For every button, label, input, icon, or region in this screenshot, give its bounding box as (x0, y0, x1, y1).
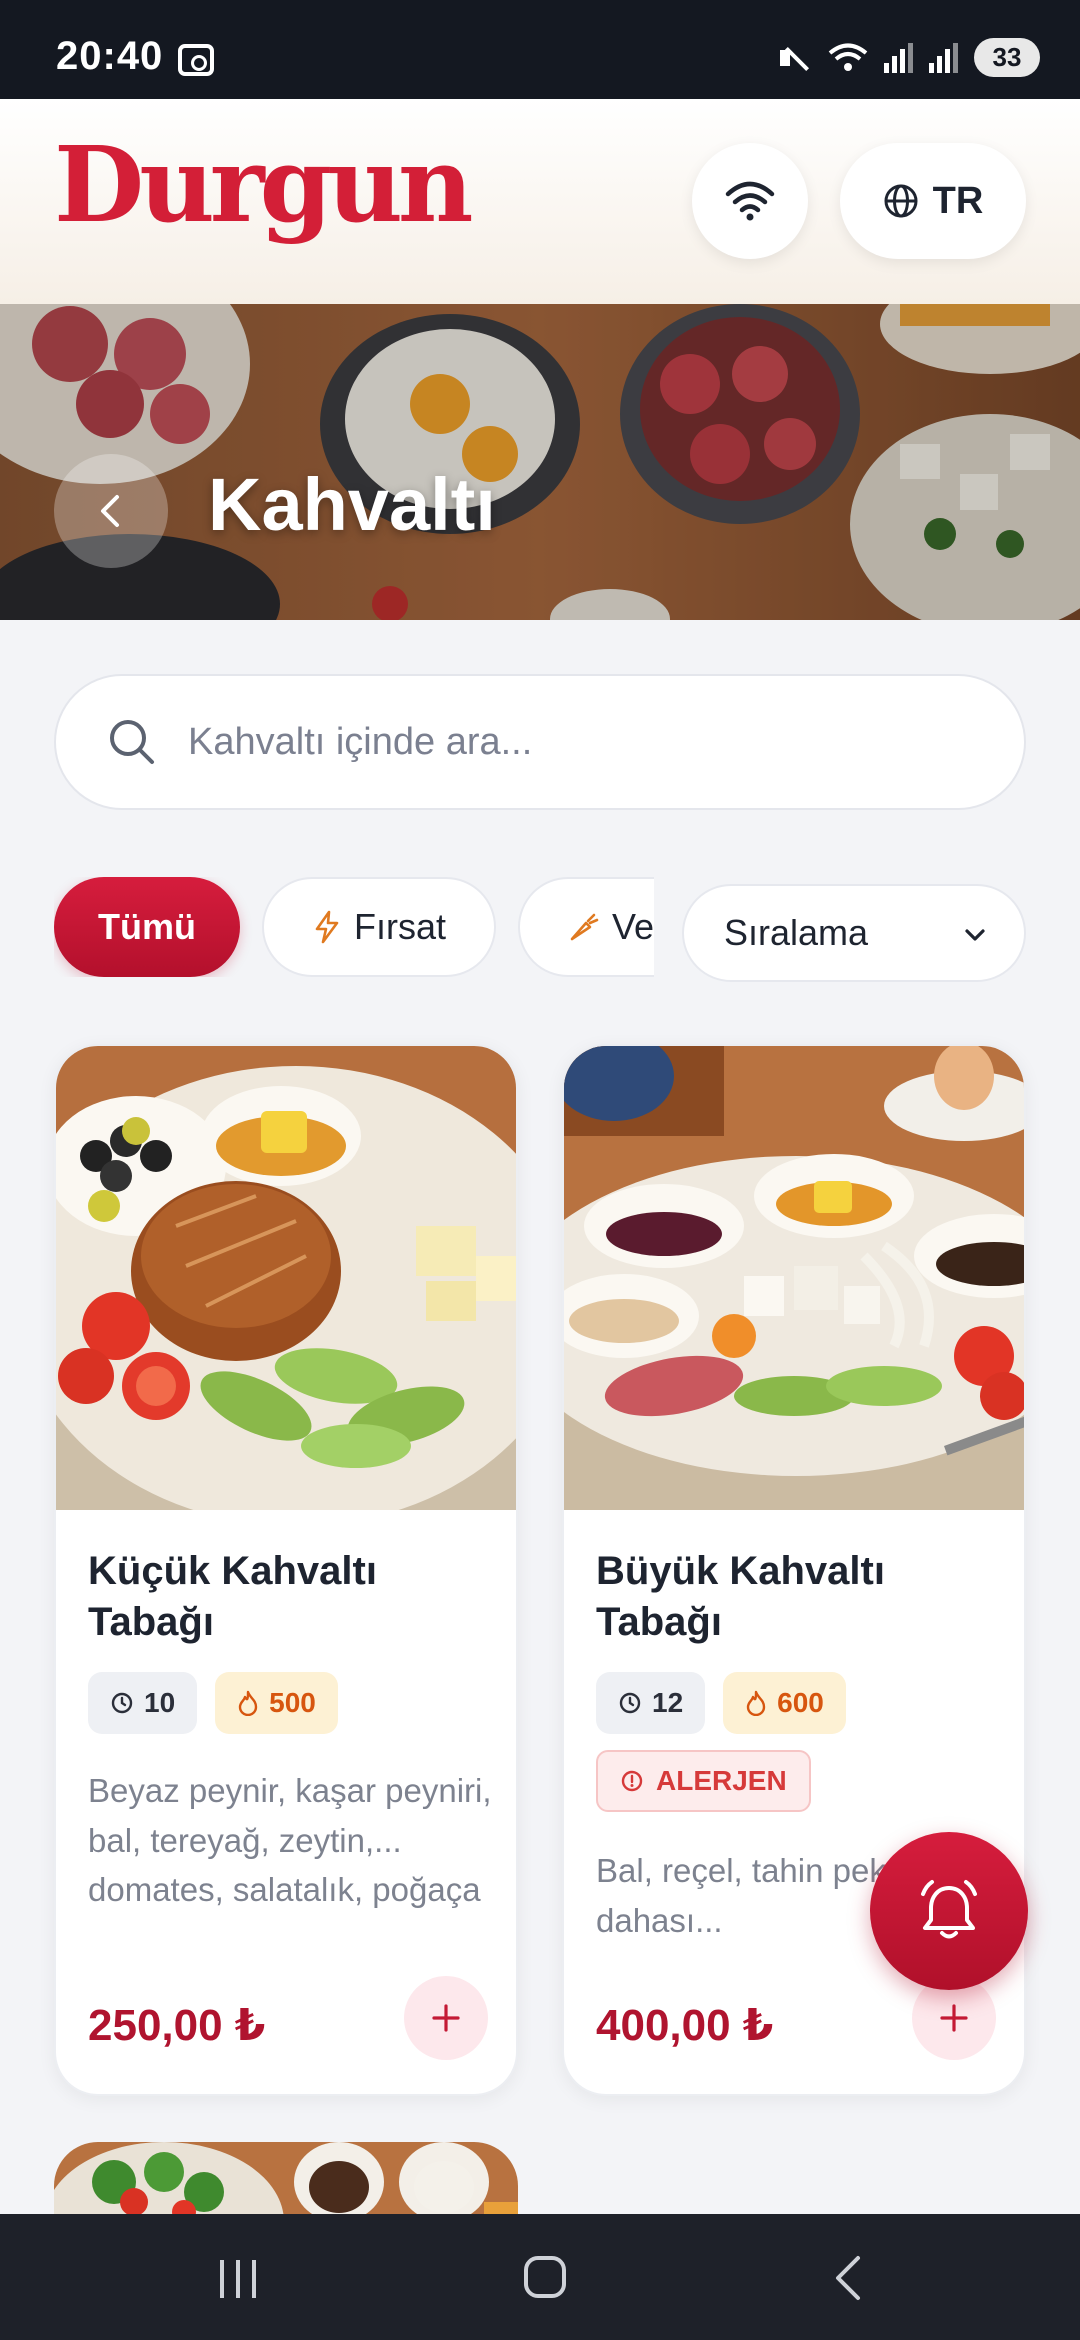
chip-vegan-label: Vegan (612, 906, 654, 947)
prep-time-value: 12 (652, 1687, 684, 1718)
search-icon (110, 720, 154, 764)
globe-icon (884, 184, 918, 218)
system-nav-bar (0, 2214, 1080, 2340)
plus-icon (432, 2004, 460, 2032)
allergen-badge[interactable]: ALERJEN (596, 1750, 811, 1812)
hero-food-image (0, 304, 1080, 620)
home-button[interactable] (524, 2256, 566, 2298)
allergen-label: ALERJEN (656, 1765, 787, 1796)
product-price: 250,00 ₺ (88, 2001, 266, 2050)
back-button[interactable] (54, 454, 168, 568)
filter-chips: Tümü Fırsat Vegan (54, 877, 654, 977)
calorie-value: 600 (777, 1687, 824, 1718)
flame-icon (238, 1690, 258, 1716)
chip-deal[interactable]: Fırsat (262, 877, 496, 977)
product-image (564, 1046, 1024, 1510)
system-back-button[interactable] (830, 2254, 866, 2302)
signal-icon (884, 42, 913, 73)
sort-dropdown[interactable]: Sıralama (682, 884, 1026, 982)
category-hero: Kahvaltı (0, 304, 1080, 620)
product-image (56, 1046, 516, 1510)
chip-all[interactable]: Tümü (54, 877, 240, 977)
search-bar[interactable] (54, 674, 1026, 810)
product-card[interactable]: Küçük Kahvaltı Tabağı 10 500 Beyaz peyni… (54, 1044, 518, 2096)
screenshot-icon (178, 44, 214, 76)
flame-icon (746, 1690, 766, 1716)
prep-time-badge: 10 (88, 1672, 198, 1734)
status-time: 20:40 (56, 34, 164, 78)
battery-level: 33 (974, 38, 1040, 77)
add-to-cart-button[interactable] (404, 1976, 488, 2060)
product-title: Küçük Kahvaltı Tabağı (88, 1549, 377, 1645)
prep-time-badge: 12 (596, 1672, 706, 1734)
calorie-value: 500 (269, 1687, 316, 1718)
carrot-icon (570, 913, 599, 941)
product-price: 400,00 ₺ (596, 2001, 774, 2050)
alert-circle-icon (621, 1770, 643, 1792)
product-badges: 12 600 (596, 1672, 846, 1734)
chevron-left-icon (101, 495, 119, 527)
brand-logo: Durgun (54, 123, 474, 246)
prep-time-value: 10 (144, 1687, 176, 1718)
notify-waiter-button[interactable] (870, 1832, 1028, 1990)
product-description: Beyaz peynir, kaşar peyniri, bal, tereya… (88, 1772, 492, 1908)
signal-2-icon (929, 42, 958, 73)
wifi-button[interactable] (692, 143, 808, 259)
sort-label: Sıralama (724, 912, 869, 953)
category-title: Kahvaltı (208, 463, 496, 546)
plus-icon (940, 2004, 968, 2032)
search-input[interactable] (188, 720, 948, 764)
recent-apps-button[interactable] (220, 2260, 256, 2298)
bell-icon (921, 1880, 977, 1939)
status-bar: 20:40 33 (0, 0, 1080, 99)
chip-vegan[interactable]: Vegan (518, 877, 654, 977)
product-title: Büyük Kahvaltı Tabağı (596, 1549, 885, 1645)
clock-icon (619, 1692, 641, 1714)
clock-icon (111, 1692, 133, 1714)
calorie-badge: 600 (723, 1672, 846, 1734)
mute-icon (778, 41, 812, 75)
language-label: TR (932, 179, 984, 222)
wifi-icon (725, 181, 775, 221)
product-badges: 10 500 (88, 1672, 338, 1734)
wifi-status-icon (828, 43, 868, 71)
calorie-badge: 500 (215, 1672, 338, 1734)
chip-deal-label: Fırsat (354, 906, 447, 947)
chevron-down-icon (965, 929, 985, 941)
bolt-icon (315, 910, 339, 944)
app-header: Durgun TR (0, 99, 1080, 304)
status-icons: 33 (778, 38, 1040, 77)
language-button[interactable]: TR (840, 143, 1026, 259)
